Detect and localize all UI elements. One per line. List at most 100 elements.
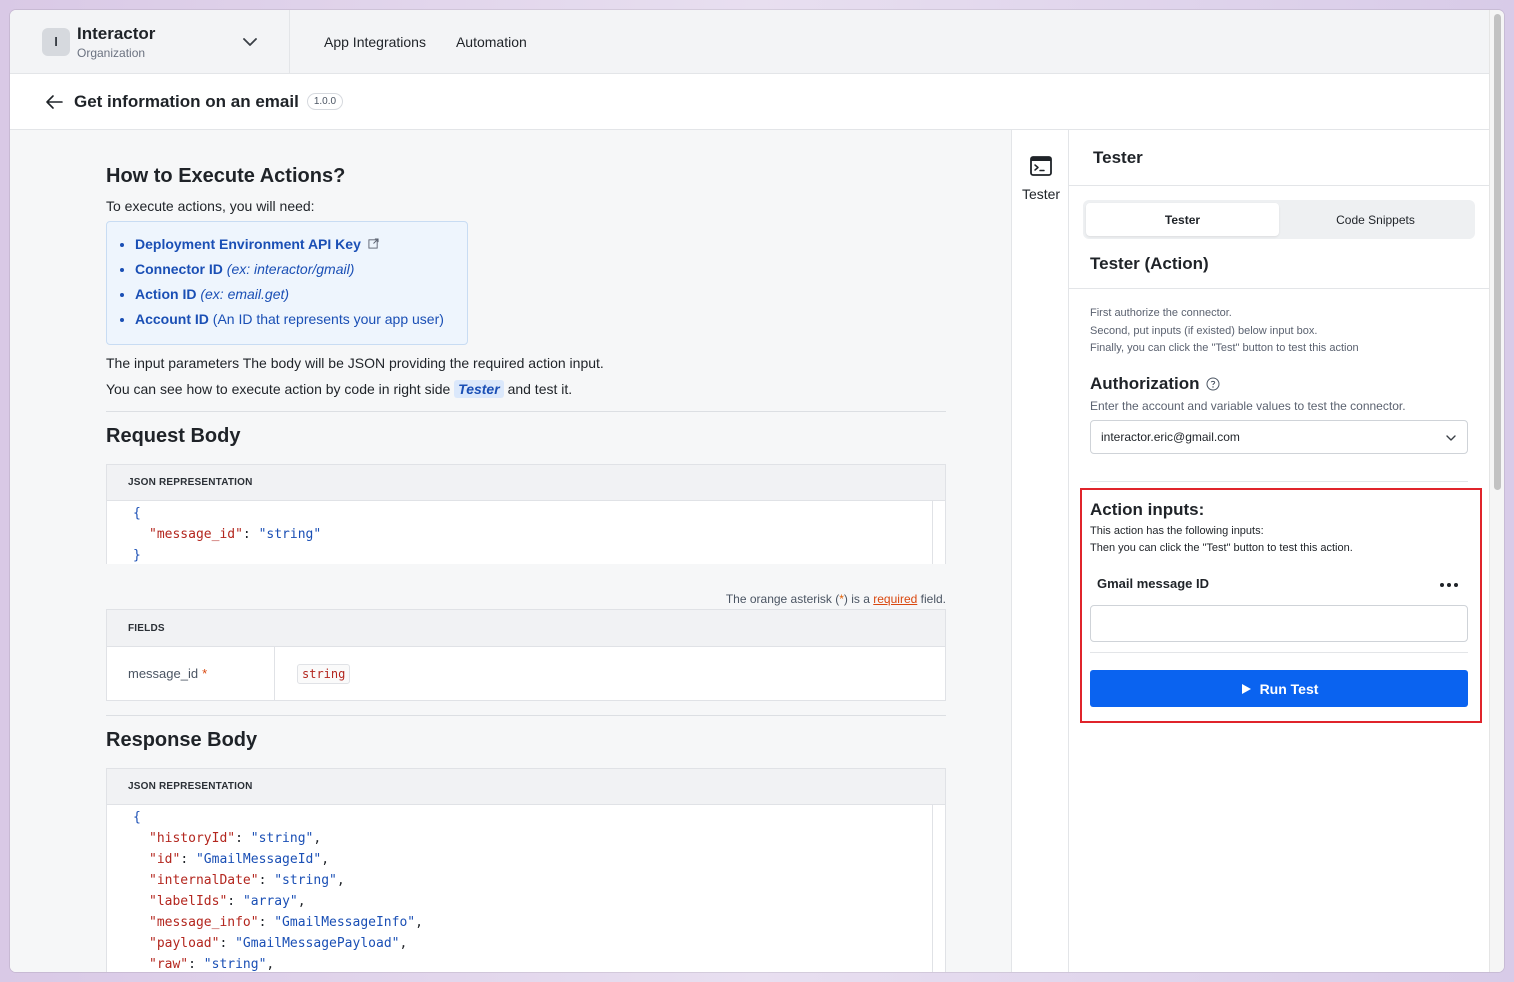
json-line: "historyId": "string", (149, 831, 322, 846)
page-title: Get information on an email (74, 91, 299, 111)
json-key: "message_id" (149, 527, 243, 542)
json-representation-label: JSON REPRESENTATION (107, 465, 945, 501)
see-how-text: You can see how to execute action by cod… (106, 380, 946, 398)
divider (1090, 652, 1468, 653)
rail-tester-label[interactable]: Tester (1012, 186, 1070, 202)
json-brace: } (133, 548, 141, 563)
json-line: "id": "GmailMessageId", (149, 852, 330, 867)
chevron-down-icon (1446, 435, 1456, 441)
requirement-name: Connector ID (135, 261, 223, 277)
request-json-code: { "message_id": "string" } (107, 501, 945, 564)
json-line: "payload": "GmailMessagePayload", (149, 936, 408, 951)
requirement-action-id: Action ID (ex: email.get) (135, 286, 453, 303)
fields-label: FIELDS (107, 610, 945, 646)
window-scrollbar[interactable] (1489, 10, 1504, 972)
run-test-label: Run Test (1259, 680, 1319, 697)
docs-panel[interactable]: How to Execute Actions? To execute actio… (10, 130, 1011, 972)
json-brace: { (133, 506, 141, 521)
top-bar: I Interactor Organization App Integratio… (10, 10, 1489, 74)
instruction-line: Second, put inputs (if existed) below in… (1090, 324, 1318, 337)
input-params-text: The input parameters The body will be JS… (106, 355, 604, 371)
requirement-connector-id: Connector ID (ex: interactor/gmail) (135, 261, 453, 278)
instruction-line: Finally, you can click the "Test" button… (1090, 342, 1359, 354)
requirements-box: Deployment Environment API Key Connector… (106, 221, 468, 345)
requirement-name: Account ID (135, 311, 209, 327)
requirement-account-id: Account ID (An ID that represents your a… (135, 311, 453, 328)
json-line: "message_id": "string" (149, 527, 322, 542)
response-json-code: { "historyId": "string", "id": "GmailMes… (107, 805, 945, 972)
field-name-cell: message_id * (107, 647, 275, 700)
response-json-card: JSON REPRESENTATION { "historyId": "stri… (106, 768, 946, 972)
field-type-cell: string (275, 647, 351, 700)
instruction-line: First authorize the connector. (1090, 307, 1232, 319)
app-window: I Interactor Organization App Integratio… (10, 10, 1504, 972)
external-link-icon[interactable] (368, 238, 379, 249)
json-value: "string" (258, 527, 322, 542)
json-representation-label: JSON REPRESENTATION (107, 769, 945, 805)
json-line: "labelIds": "array", (149, 894, 306, 909)
authorization-description: Enter the account and variable values to… (1090, 399, 1406, 413)
required-note: The orange asterisk (*) is a required fi… (106, 592, 946, 606)
account-select[interactable]: interactor.eric@gmail.com (1090, 420, 1468, 454)
request-body-heading: Request Body (106, 425, 241, 447)
org-subtitle: Organization (77, 45, 146, 60)
org-name: Interactor (77, 23, 156, 43)
tester-chip[interactable]: Tester (454, 380, 504, 398)
field-name: message_id (128, 666, 199, 681)
table-row: message_id * string (107, 646, 945, 700)
terminal-window-icon[interactable] (1029, 154, 1053, 178)
org-avatar: I (42, 27, 70, 56)
page-header: Get information on an email 1.0.0 (10, 74, 1489, 130)
how-to-heading: How to Execute Actions? (106, 165, 346, 187)
help-icon[interactable] (1206, 377, 1220, 391)
tester-panel: Tester Tester Code Snippets Tester (Acti… (1069, 130, 1489, 972)
note-suffix: field. (920, 592, 946, 606)
requirement-name: Action ID (135, 286, 197, 302)
fields-card: FIELDS message_id * string (106, 609, 946, 701)
requirement-api-key[interactable]: Deployment Environment API Key (135, 236, 453, 253)
see-how-prefix: You can see how to execute action by cod… (106, 381, 451, 397)
authorization-label: Authorization (1090, 374, 1200, 393)
gmail-message-id-input[interactable] (1090, 605, 1468, 642)
type-chip: string (297, 663, 351, 684)
required-link[interactable]: required (873, 592, 917, 606)
back-arrow-icon[interactable] (44, 92, 64, 112)
request-json-card: JSON REPRESENTATION { "message_id": "str… (106, 464, 946, 564)
tester-tabs: Tester Code Snippets (1083, 200, 1475, 239)
scrollbar-thumb[interactable] (1494, 14, 1501, 490)
gmail-message-id-label: Gmail message ID (1097, 576, 1209, 591)
requirement-detail: (ex: email.get) (200, 286, 290, 302)
description-line: This action has the following inputs: (1090, 525, 1264, 537)
json-line: "internalDate": "string", (149, 873, 345, 888)
requirement-detail: (ex: interactor/gmail) (226, 261, 355, 277)
json-brace: { (133, 810, 141, 825)
panel-title: Tester (1093, 148, 1143, 167)
note-prefix: The orange asterisk ( (725, 592, 840, 606)
nav-automation[interactable]: Automation (456, 34, 527, 50)
run-test-button[interactable]: Run Test (1090, 670, 1468, 707)
play-icon (1241, 683, 1251, 694)
json-line: "message_info": "GmailMessageInfo", (149, 915, 423, 930)
divider (106, 715, 946, 716)
chevron-down-icon[interactable] (242, 34, 258, 50)
org-switcher[interactable]: I Interactor Organization (10, 10, 290, 74)
tester-rail: Tester (1011, 130, 1069, 972)
see-how-suffix: and test it. (507, 381, 573, 397)
action-inputs-description: This action has the following inputs: Th… (1090, 523, 1353, 557)
docs-content: How to Execute Actions? To execute actio… (106, 130, 946, 972)
more-options-icon[interactable] (1438, 580, 1460, 590)
version-badge: 1.0.0 (306, 93, 344, 110)
requirement-detail: (An ID that represents your app user) (212, 311, 444, 327)
divider (106, 411, 946, 412)
json-line: "raw": "string", (149, 957, 275, 972)
required-asterisk: * (202, 666, 208, 681)
note-middle: ) is a (843, 592, 870, 606)
tab-tester[interactable]: Tester (1086, 203, 1279, 236)
description-line: Then you can click the "Test" button to … (1090, 542, 1353, 554)
tester-action-title: Tester (Action) (1090, 254, 1209, 273)
requirement-name[interactable]: Deployment Environment API Key (135, 236, 361, 252)
tab-code-snippets[interactable]: Code Snippets (1279, 203, 1472, 236)
nav-app-integrations[interactable]: App Integrations (324, 34, 426, 50)
instructions: First authorize the connector. Second, p… (1090, 305, 1359, 358)
divider (1090, 481, 1468, 482)
